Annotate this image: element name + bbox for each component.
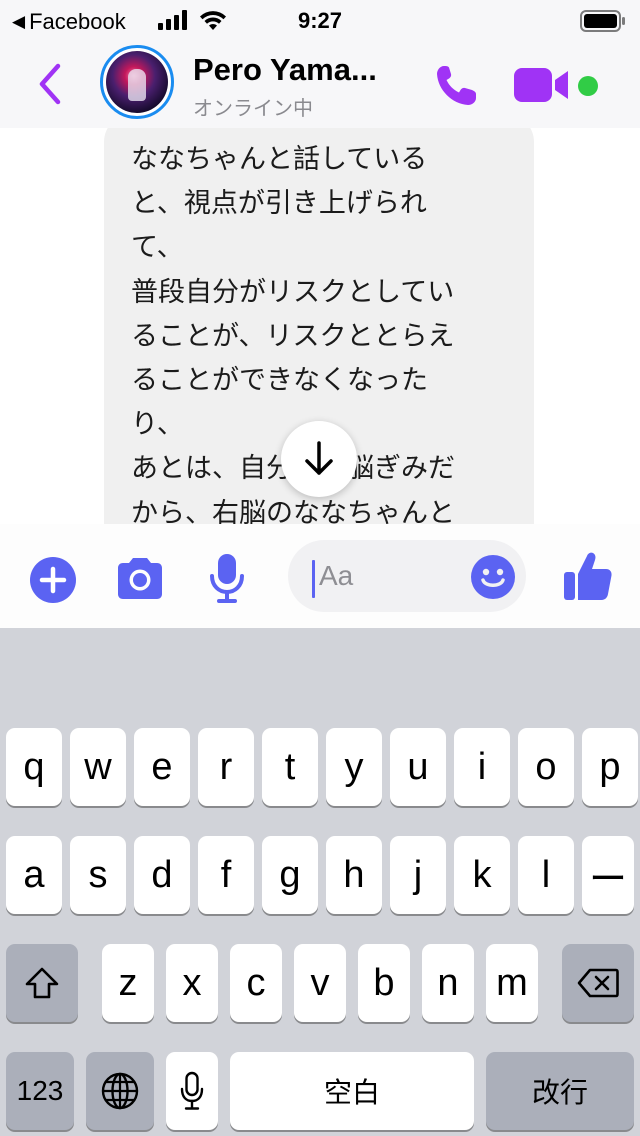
key-t[interactable]: t	[262, 728, 318, 806]
dictation-key[interactable]	[166, 1052, 218, 1130]
contact-status: オンライン中	[193, 96, 313, 120]
message-input[interactable]: Aa	[288, 540, 526, 612]
key-j[interactable]: j	[390, 836, 446, 914]
keyboard: q w e r t y u i o p a s d f g h j k l ー …	[0, 628, 640, 1136]
online-indicator	[578, 76, 598, 96]
globe-key[interactable]	[86, 1052, 154, 1130]
key-w[interactable]: w	[70, 728, 126, 806]
key-b[interactable]: b	[358, 944, 410, 1022]
chat-header: Pero Yama... オンライン中	[0, 40, 640, 128]
add-button[interactable]	[30, 557, 76, 603]
composer-bar: Aa	[0, 524, 640, 628]
key-d[interactable]: d	[134, 836, 190, 914]
microphone-icon	[180, 1071, 204, 1110]
globe-icon	[101, 1072, 139, 1110]
message-input-placeholder: Aa	[319, 560, 354, 591]
key-u[interactable]: u	[390, 728, 446, 806]
emoji-icon[interactable]	[470, 554, 516, 600]
camera-icon[interactable]	[114, 558, 166, 600]
key-r[interactable]: r	[198, 728, 254, 806]
clock: 9:27	[297, 8, 343, 33]
key-i[interactable]: i	[454, 728, 510, 806]
message-list[interactable]: ななちゃんと話している と、視点が引き上げられ て、 普段自分がリスクとしてい …	[0, 128, 640, 524]
shift-key[interactable]	[6, 944, 78, 1022]
phone-icon[interactable]	[432, 62, 480, 110]
avatar-image	[106, 51, 168, 113]
back-chevron-icon[interactable]	[34, 60, 68, 108]
delete-key[interactable]	[562, 944, 634, 1022]
status-bar: ◀ Facebook 9:27	[0, 0, 640, 40]
key-z[interactable]: z	[102, 944, 154, 1022]
text-caret	[312, 560, 315, 598]
key-c[interactable]: c	[230, 944, 282, 1022]
key-m[interactable]: m	[486, 944, 538, 1022]
key-x[interactable]: x	[166, 944, 218, 1022]
contact-name[interactable]: Pero Yama...	[193, 52, 377, 88]
key-k[interactable]: k	[454, 836, 510, 914]
space-key[interactable]: 空白	[230, 1052, 474, 1130]
arrow-down-icon	[305, 441, 333, 475]
key-a[interactable]: a	[6, 836, 62, 914]
key-e[interactable]: e	[134, 728, 190, 806]
microphone-icon[interactable]	[208, 552, 246, 604]
key-s[interactable]: s	[70, 836, 126, 914]
video-camera-icon[interactable]	[514, 66, 572, 104]
key-y[interactable]: y	[326, 728, 382, 806]
key-p[interactable]: p	[582, 728, 638, 806]
plus-icon	[39, 566, 67, 594]
key-h[interactable]: h	[326, 836, 382, 914]
scroll-to-bottom-button[interactable]	[281, 421, 357, 497]
key-l[interactable]: l	[518, 836, 574, 914]
avatar[interactable]	[100, 45, 174, 119]
key-q[interactable]: q	[6, 728, 62, 806]
battery-icon	[580, 10, 625, 32]
key-g[interactable]: g	[262, 836, 318, 914]
return-key[interactable]: 改行	[486, 1052, 634, 1130]
thumbs-up-icon[interactable]	[562, 550, 614, 602]
numbers-key[interactable]: 123	[6, 1052, 74, 1130]
shift-icon	[25, 967, 59, 999]
backspace-icon	[577, 968, 619, 998]
key-v[interactable]: v	[294, 944, 346, 1022]
key-long-dash[interactable]: ー	[582, 836, 634, 914]
key-f[interactable]: f	[198, 836, 254, 914]
key-n[interactable]: n	[422, 944, 474, 1022]
key-o[interactable]: o	[518, 728, 574, 806]
